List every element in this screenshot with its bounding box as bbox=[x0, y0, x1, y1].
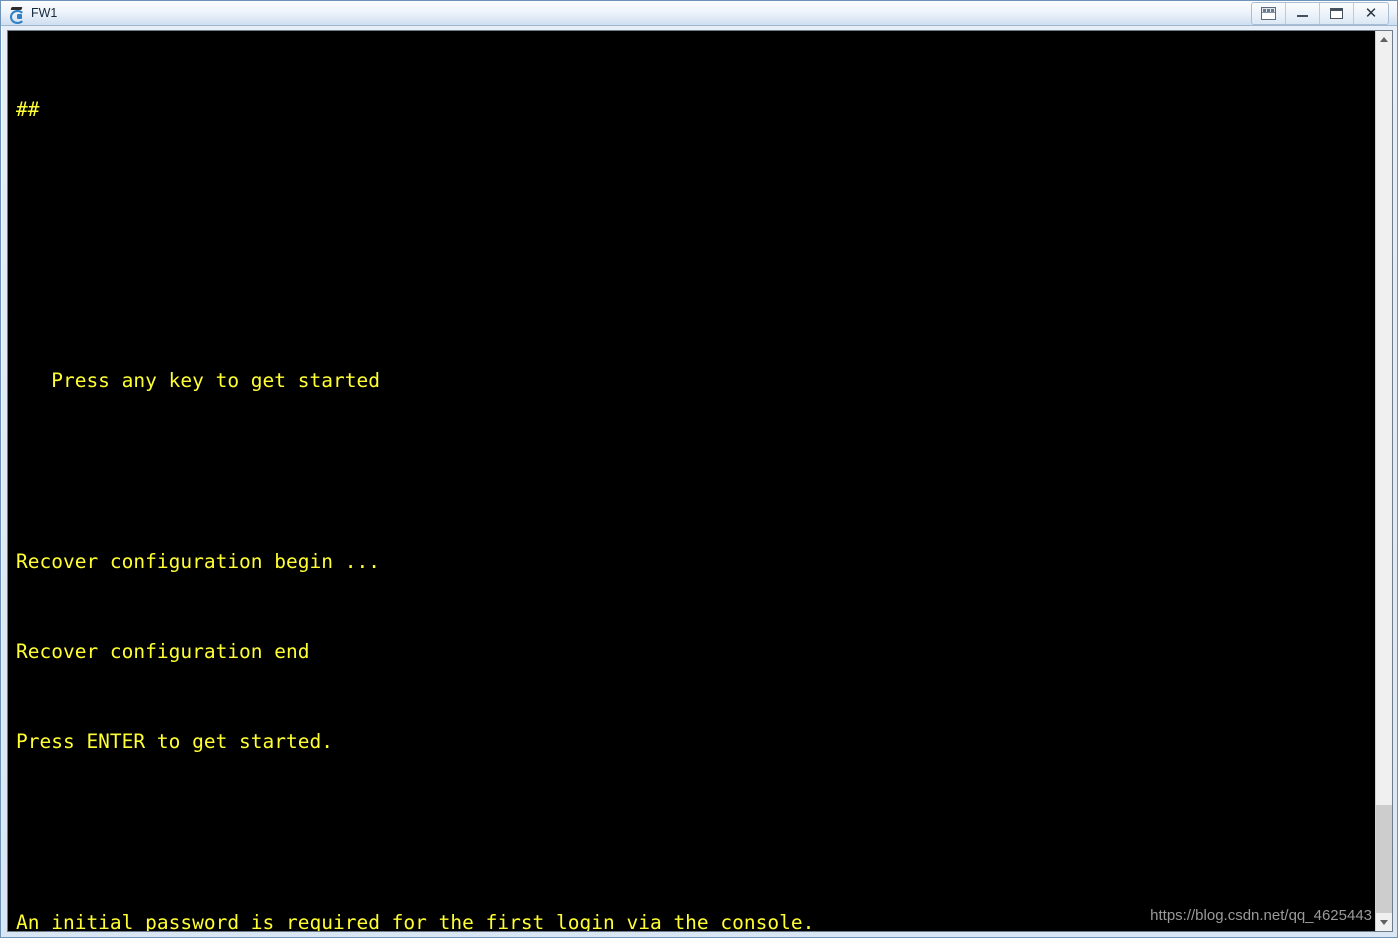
scrollbar-thumb[interactable] bbox=[1376, 805, 1392, 913]
close-icon: ✕ bbox=[1364, 4, 1378, 22]
window-controls: ✕ bbox=[1251, 1, 1389, 25]
terminal-line: Recover configuration end bbox=[16, 639, 310, 663]
chevron-down-icon bbox=[1380, 920, 1388, 925]
cascade-windows-icon bbox=[1261, 6, 1276, 20]
watermark-text: https://blog.csdn.net/qq_4625443 bbox=[1150, 907, 1372, 924]
minimize-button[interactable] bbox=[1286, 2, 1320, 24]
terminal-line: ## bbox=[16, 98, 40, 122]
maximize-button[interactable] bbox=[1320, 2, 1354, 24]
scroll-down-button[interactable] bbox=[1376, 914, 1392, 931]
title-bar-left: FW1 bbox=[1, 5, 1251, 24]
vertical-scrollbar[interactable] bbox=[1375, 31, 1392, 931]
terminal-line: Press any key to get started bbox=[16, 369, 380, 393]
cascade-windows-button[interactable] bbox=[1252, 2, 1286, 24]
router-icon bbox=[9, 5, 25, 24]
terminal-screen[interactable]: ## Press any key to get started Recover … bbox=[7, 30, 1393, 932]
scroll-up-button[interactable] bbox=[1376, 31, 1392, 48]
terminal-output: ## Press any key to get started Recover … bbox=[8, 31, 1374, 931]
close-button[interactable]: ✕ bbox=[1354, 3, 1388, 24]
title-bar: FW1 ✕ bbox=[1, 1, 1397, 26]
terminal-line: Recover configuration begin ... bbox=[16, 549, 380, 573]
terminal-line: Press ENTER to get started. bbox=[16, 730, 333, 754]
minimize-icon bbox=[1297, 15, 1308, 17]
terminal-window: FW1 ✕ ## Press any key to get started Re… bbox=[0, 0, 1398, 938]
window-title: FW1 bbox=[31, 6, 58, 20]
terminal-frame: ## Press any key to get started Recover … bbox=[2, 26, 1397, 937]
chevron-up-icon bbox=[1380, 37, 1388, 42]
maximize-icon bbox=[1330, 7, 1343, 19]
